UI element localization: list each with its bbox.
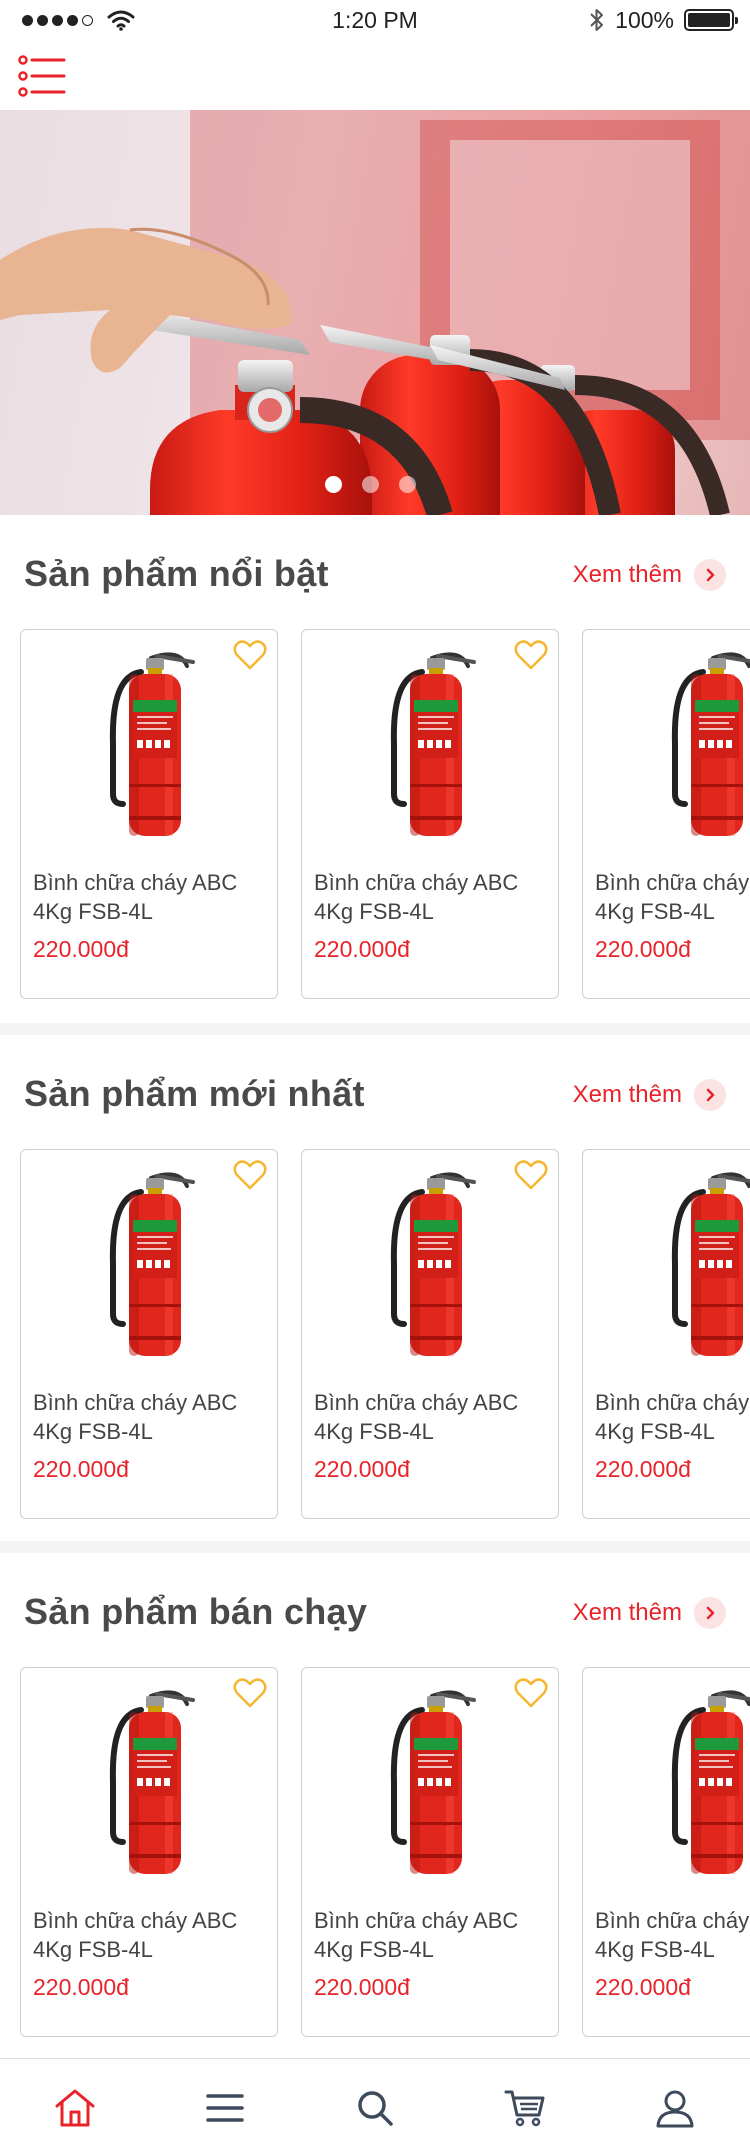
product-price: 220.000đ [595,936,691,962]
product-carousel[interactable]: Bình chữa cháy ABC 4Kg FSB-4L 220.000đ B… [20,1149,750,1519]
see-more-link[interactable]: Xem thêm [573,1597,726,1629]
product-card[interactable]: Bình chữa cháy ABC 4Kg FSB-4L 220.000đ [20,629,278,999]
favorite-heart-icon[interactable] [233,640,267,670]
product-price: 220.000đ [595,1456,691,1482]
product-section: Sản phẩm mới nhất Xem thêm Bình chữa chá… [0,1035,750,1543]
list-menu-icon[interactable] [18,54,66,98]
chevron-right-icon[interactable] [694,1079,726,1111]
favorite-heart-icon[interactable] [514,1160,548,1190]
section-divider [0,1541,750,1553]
product-price: 220.000đ [33,936,129,962]
see-more-label[interactable]: Xem thêm [573,1599,682,1627]
chevron-right-icon[interactable] [694,559,726,591]
nav-home[interactable] [0,2059,150,2156]
carousel-dot[interactable] [324,476,342,493]
see-more-label[interactable]: Xem thêm [573,1081,682,1109]
status-left [22,9,135,31]
user-icon [656,2090,694,2127]
carousel-dot[interactable] [361,476,379,493]
menu-icon [206,2093,244,2122]
product-card[interactable]: Bình chữa cháy ABC 4Kg FSB-4L 220.000đ [301,1667,559,2037]
product-name[interactable]: Bình chữa cháy ABC 4Kg FSB-4L [595,868,750,926]
section-title: Sản phẩm mới nhất [24,1073,365,1114]
hero-image [0,110,750,515]
product-card[interactable]: Bình chữa cháy ABC 4Kg FSB-4L 220.000đ [301,629,559,999]
product-name[interactable]: Bình chữa cháy ABC 4Kg FSB-4L [595,1906,750,1964]
product-image[interactable] [380,1682,490,1878]
product-card[interactable]: Bình chữa cháy ABC 4Kg FSB-4L 220.000đ [582,1667,750,2037]
product-name[interactable]: Bình chữa cháy ABC 4Kg FSB-4L [33,868,273,926]
product-price: 220.000đ [314,936,410,962]
product-name[interactable]: Bình chữa cháy ABC 4Kg FSB-4L [595,1388,750,1446]
product-image[interactable] [99,1682,209,1878]
nav-account[interactable] [600,2059,750,2156]
product-card[interactable]: Bình chữa cháy ABC 4Kg FSB-4L 220.000đ [20,1667,278,2037]
product-name[interactable]: Bình chữa cháy ABC 4Kg FSB-4L [314,1388,554,1446]
see-more-label[interactable]: Xem thêm [573,561,682,589]
product-card[interactable]: Bình chữa cháy ABC 4Kg FSB-4L 220.000đ [582,629,750,999]
see-more-link[interactable]: Xem thêm [573,1079,726,1111]
product-carousel[interactable]: Bình chữa cháy ABC 4Kg FSB-4L 220.000đ B… [20,1667,750,2037]
hero-banner[interactable] [0,110,750,515]
wifi-icon [107,10,135,31]
product-image[interactable] [380,1164,490,1360]
section-title: Sản phẩm bán chạy [24,1591,368,1632]
product-name[interactable]: Bình chữa cháy ABC 4Kg FSB-4L [314,868,554,926]
product-price: 220.000đ [314,1974,410,2000]
nav-search[interactable] [300,2059,450,2156]
product-card[interactable]: Bình chữa cháy ABC 4Kg FSB-4L 220.000đ [20,1149,278,1519]
carousel-dot[interactable] [398,476,416,493]
product-image[interactable] [661,1682,750,1878]
product-price: 220.000đ [314,1456,410,1482]
status-right: 100% [589,6,738,34]
favorite-heart-icon[interactable] [514,1678,548,1708]
favorite-heart-icon[interactable] [514,640,548,670]
product-price: 220.000đ [33,1974,129,2000]
product-name[interactable]: Bình chữa cháy ABC 4Kg FSB-4L [33,1906,273,1964]
product-section: Sản phẩm nổi bật Xem thêm Bình chữa cháy… [0,515,750,1023]
home-icon [55,2089,95,2126]
product-image[interactable] [661,1164,750,1360]
product-image[interactable] [99,1164,209,1360]
signal-icon [22,14,93,26]
product-image[interactable] [661,644,750,840]
section-title: Sản phẩm nổi bật [24,553,329,594]
product-name[interactable]: Bình chữa cháy ABC 4Kg FSB-4L [314,1906,554,1964]
product-card[interactable]: Bình chữa cháy ABC 4Kg FSB-4L 220.000đ [301,1149,559,1519]
battery-icon [684,9,738,31]
product-section: Sản phẩm bán chạy Xem thêm Bình chữa chá… [0,1553,750,2061]
nav-cart[interactable] [450,2059,600,2156]
carousel-dots[interactable] [0,476,750,493]
product-card[interactable]: Bình chữa cháy ABC 4Kg FSB-4L 220.000đ [582,1149,750,1519]
see-more-link[interactable]: Xem thêm [573,559,726,591]
product-price: 220.000đ [595,1974,691,2000]
chevron-right-icon[interactable] [694,1597,726,1629]
product-image[interactable] [380,644,490,840]
cart-icon [504,2090,545,2126]
nav-menu[interactable] [150,2059,300,2156]
search-icon [358,2090,393,2126]
favorite-heart-icon[interactable] [233,1160,267,1190]
product-image[interactable] [99,644,209,840]
bluetooth-icon [590,9,604,31]
bottom-navigation [0,2058,750,2156]
product-price: 220.000đ [33,1456,129,1482]
status-bar: 1:20 PM 100% [0,0,750,40]
favorite-heart-icon[interactable] [233,1678,267,1708]
product-name[interactable]: Bình chữa cháy ABC 4Kg FSB-4L [33,1388,273,1446]
product-carousel[interactable]: Bình chữa cháy ABC 4Kg FSB-4L 220.000đ B… [20,629,750,999]
battery-percent: 100% [615,6,674,33]
top-bar [0,40,750,110]
section-divider [0,1023,750,1035]
